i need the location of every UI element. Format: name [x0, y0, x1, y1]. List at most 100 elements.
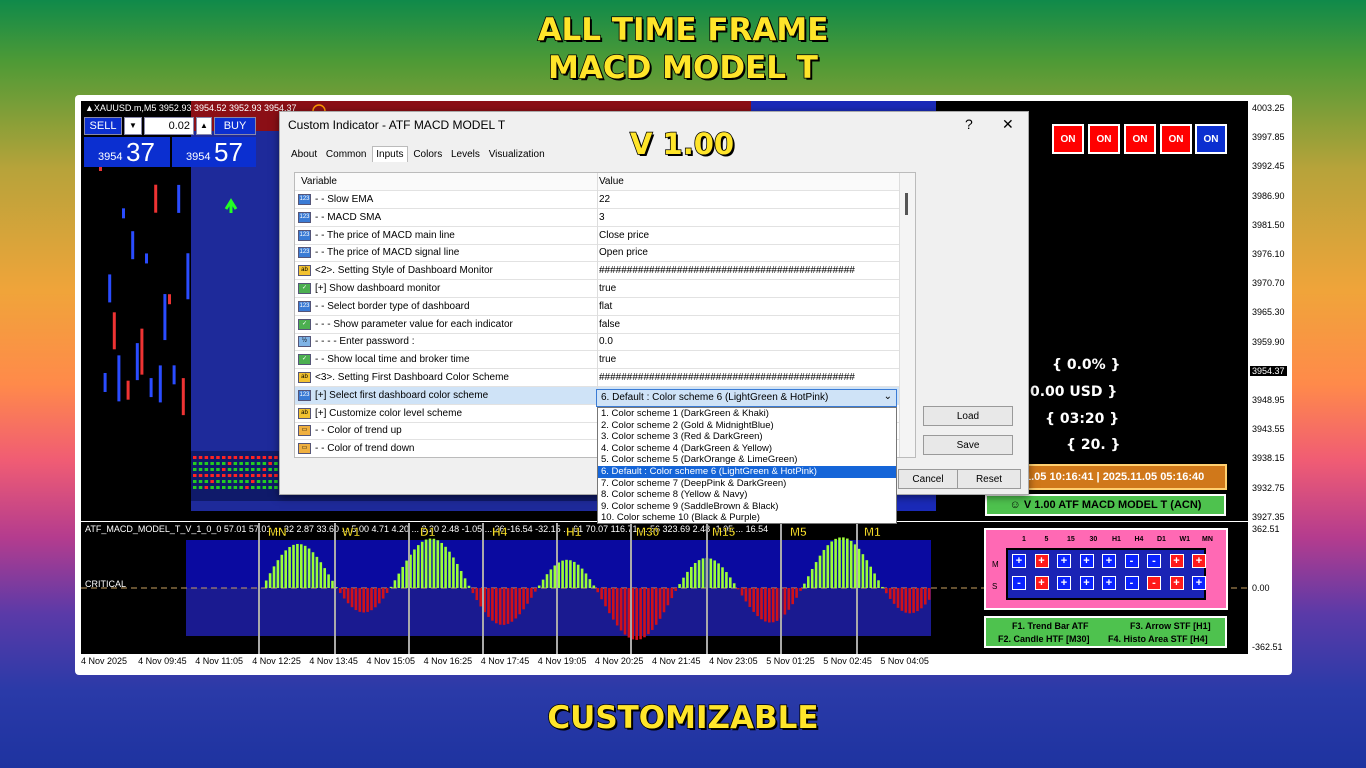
cancel-button[interactable]: Cancel — [898, 469, 958, 489]
tab-levels[interactable]: Levels — [448, 147, 483, 162]
tf-separator — [334, 523, 336, 654]
dropdown-option[interactable]: 4. Color scheme 4 (DarkGreen & Yellow) — [598, 443, 896, 455]
tab-inputs[interactable]: Inputs — [372, 146, 408, 162]
input-value[interactable]: 22 — [599, 194, 610, 205]
histogram-bar — [885, 588, 888, 594]
input-value[interactable]: ########################################… — [599, 265, 855, 276]
histogram-bar — [444, 546, 447, 588]
input-variable: - - MACD SMA — [315, 211, 382, 223]
tf-label-h4: H4 — [492, 525, 508, 540]
histogram-bar — [362, 588, 365, 613]
signal-cell: - — [1147, 554, 1161, 568]
histogram-bar — [674, 588, 677, 591]
column-value: Value — [599, 176, 624, 187]
histogram-bar — [846, 538, 849, 588]
dropdown-option[interactable]: 7. Color scheme 7 (DeepPink & DarkGreen) — [598, 478, 896, 490]
dropdown-option[interactable]: 3. Color scheme 3 (Red & DarkGreen) — [598, 431, 896, 443]
signal-cell: + — [1169, 554, 1184, 568]
histogram-bar — [292, 544, 295, 588]
table-scrollbar[interactable] — [899, 173, 915, 457]
dropdown-option[interactable]: 2. Color scheme 2 (Gold & MidnightBlue) — [598, 420, 896, 432]
dropdown-option[interactable]: 1. Color scheme 1 (DarkGreen & Khaki) — [598, 408, 896, 420]
input-variable: - - - - Enter password : — [315, 336, 415, 348]
dropdown-option[interactable]: 10. Color scheme 10 (Black & Purple) — [598, 512, 896, 523]
signal-cell: + — [1169, 576, 1184, 590]
histogram-bar — [904, 588, 908, 613]
dropdown-option[interactable]: 6. Default : Color scheme 6 (LightGreen … — [598, 465, 896, 478]
input-value[interactable]: flat — [599, 301, 612, 312]
toggle-on-4[interactable]: ON — [1160, 124, 1192, 154]
input-value[interactable]: Close price — [599, 230, 649, 241]
help-icon[interactable]: ? — [965, 116, 973, 132]
tab-common[interactable]: Common — [323, 147, 370, 162]
trend-dot — [204, 480, 209, 483]
lot-size-input[interactable]: 0.02 — [144, 117, 194, 135]
tab-colors[interactable]: Colors — [410, 147, 445, 162]
histogram-bar — [296, 543, 299, 588]
scrollbar-thumb[interactable] — [905, 193, 908, 215]
trend-dot — [245, 468, 249, 471]
save-button[interactable]: Save — [923, 435, 1013, 455]
histogram-bar — [608, 588, 611, 614]
histogram-bar — [600, 588, 603, 600]
load-button[interactable]: Load — [923, 406, 1013, 426]
toggle-on-2[interactable]: ON — [1088, 124, 1120, 154]
signal-cell: + — [1034, 576, 1049, 590]
histogram-bar — [787, 588, 791, 610]
buy-button[interactable]: BUY — [214, 117, 256, 135]
input-value[interactable]: 0.0 — [599, 336, 613, 347]
dropdown-option[interactable]: 5. Color scheme 5 (DarkOrange & LimeGree… — [598, 454, 896, 466]
histogram-bar — [592, 585, 596, 588]
trend-dot — [233, 462, 238, 465]
trend-dot — [216, 480, 220, 483]
close-icon[interactable]: ✕ — [1002, 116, 1014, 133]
trend-dot — [233, 486, 238, 489]
histogram-bar — [666, 588, 670, 606]
histogram-bar — [896, 588, 900, 608]
buy-quote[interactable]: 3954 57 — [172, 137, 256, 167]
dropdown-option[interactable]: 9. Color scheme 9 (SaddleBrown & Black) — [598, 501, 896, 513]
histogram-bar — [658, 588, 662, 619]
tab-visualization[interactable]: Visualization — [486, 147, 548, 162]
lot-up-icon[interactable]: ▲ — [196, 117, 212, 135]
toggle-on-1[interactable]: ON — [1052, 124, 1084, 154]
price-tick-label: 4003.25 — [1252, 103, 1285, 113]
color-scheme-dropdown[interactable]: 1. Color scheme 1 (DarkGreen & Khaki) 2. … — [597, 407, 897, 524]
histogram-bar — [752, 588, 755, 612]
dropdown-option[interactable]: 8. Color scheme 8 (Yellow & Navy) — [598, 489, 896, 501]
trend-dot — [210, 468, 214, 471]
input-value[interactable]: true — [599, 283, 616, 294]
histogram-bar — [323, 568, 326, 588]
price-tick-label: 3927.35 — [1252, 511, 1285, 522]
hotkey-f2: F2. Candle HTF [M30] — [998, 634, 1090, 644]
sell-button[interactable]: SELL — [84, 117, 122, 135]
histogram-bar — [748, 588, 752, 607]
lot-down-icon[interactable]: ▼ — [124, 117, 142, 135]
input-value[interactable]: 3 — [599, 212, 605, 223]
reset-button[interactable]: Reset — [957, 469, 1021, 489]
histogram-bar — [612, 588, 615, 620]
time-tick-label: 4 Nov 12:25 — [252, 656, 301, 666]
histogram-bar — [413, 549, 416, 588]
candle — [126, 380, 130, 400]
input-value[interactable]: false — [599, 319, 620, 330]
num-type-icon: 123 — [298, 389, 311, 401]
tab-about[interactable]: About — [288, 147, 320, 162]
histogram-bar — [803, 583, 806, 588]
price-tick-label: 3943.55 — [1252, 424, 1285, 435]
color-scheme-select[interactable]: 6. Default : Color scheme 6 (LightGreen … — [596, 389, 897, 407]
input-value[interactable]: true — [599, 354, 616, 365]
toggle-on-3[interactable]: ON — [1124, 124, 1156, 154]
chevron-down-icon[interactable]: ⌄ — [884, 391, 892, 402]
input-value[interactable]: ########################################… — [599, 372, 855, 383]
input-variable: [+] Show dashboard monitor — [315, 283, 441, 294]
candle — [108, 274, 112, 303]
input-value[interactable]: Open price — [599, 247, 648, 258]
signal-cell: + — [1102, 576, 1116, 590]
trend-dot — [216, 486, 220, 489]
sell-quote[interactable]: 3954 37 — [84, 137, 170, 167]
trend-dot — [251, 474, 255, 477]
toggle-on-5[interactable]: ON — [1195, 124, 1227, 154]
ab-type-icon: ab — [298, 372, 311, 383]
trend-dot — [239, 462, 243, 465]
